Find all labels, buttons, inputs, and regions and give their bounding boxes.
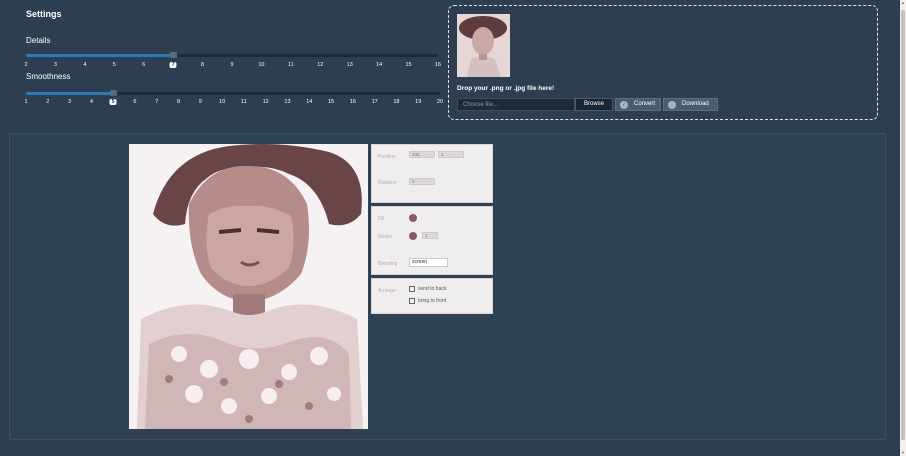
- send-to-back-label: send to back: [418, 286, 447, 292]
- scroll-up-icon[interactable]: ▲: [900, 0, 906, 6]
- slider-tick: 3: [53, 62, 57, 68]
- slider-tick: 6: [142, 62, 146, 68]
- slider-tick: 19: [415, 99, 422, 105]
- slider-tick: 7: [155, 99, 159, 105]
- arrange-properties: Arrange send to back bring to front: [371, 278, 493, 314]
- bring-to-front-button[interactable]: bring to front: [409, 298, 446, 304]
- send-to-back-icon: [409, 286, 415, 292]
- smoothness-slider-handle[interactable]: [110, 90, 118, 96]
- details-label: Details: [26, 36, 51, 45]
- details-slider[interactable]: [26, 52, 438, 58]
- file-input[interactable]: Choose file...: [457, 98, 575, 111]
- uploaded-image-thumbnail: [457, 14, 510, 77]
- rotation-input[interactable]: 0: [409, 178, 435, 185]
- slider-tick: 15: [405, 62, 412, 68]
- slider-tick: 8: [201, 62, 205, 68]
- slider-tick: 16: [434, 62, 442, 68]
- slider-tick: 2: [46, 99, 50, 105]
- scroll-thumb[interactable]: [901, 10, 905, 440]
- slider-tick: 4: [83, 62, 87, 68]
- position-x-input[interactable]: 346: [409, 151, 435, 158]
- style-properties: Fill Stroke 1 Blending screen: [371, 206, 493, 275]
- slider-tick: 6: [133, 99, 137, 105]
- smoothness-slider-group: Smoothness 1 2 3 4 5 6 7 8 9 10 11 12 13 14 15 16 17 18 19…: [24, 72, 444, 108]
- stroke-width-input[interactable]: 1: [422, 232, 438, 239]
- download-label: Download: [682, 101, 709, 107]
- bring-to-front-label: bring to front: [418, 298, 447, 304]
- slider-tick: 7: [169, 62, 177, 68]
- vectorized-image-canvas[interactable]: [129, 144, 368, 429]
- details-slider-handle[interactable]: [170, 52, 178, 58]
- smoothness-slider-fill: [26, 92, 114, 95]
- details-slider-fill: [26, 54, 174, 57]
- check-icon: ✓: [620, 101, 628, 109]
- slider-tick: 3: [68, 99, 72, 105]
- slider-tick: 15: [327, 99, 335, 105]
- download-icon: ↓: [668, 101, 676, 109]
- slider-tick: 9: [230, 62, 234, 68]
- transform-properties: Position 346 1 Rotation 0: [371, 144, 493, 203]
- slider-tick: 12: [317, 62, 324, 68]
- position-label: Position: [378, 154, 396, 160]
- smoothness-label: Smoothness: [26, 72, 71, 81]
- slider-tick: 16: [349, 99, 356, 105]
- details-slider-group: Details 2 3 4 5 6 7 8 9 10 11 12 13 14 15 16: [24, 36, 442, 72]
- slider-tick: 5: [109, 99, 117, 105]
- blending-label: Blending: [378, 261, 398, 267]
- fill-label: Fill: [378, 216, 385, 222]
- stroke-label: Stroke: [378, 234, 393, 240]
- slider-tick: 20: [436, 99, 444, 105]
- convert-button[interactable]: ✓ Convert: [615, 98, 661, 111]
- fill-color-swatch[interactable]: [409, 214, 417, 222]
- slider-tick: 11: [287, 62, 294, 68]
- slider-tick: 13: [284, 99, 291, 105]
- slider-tick: 11: [241, 99, 247, 105]
- slider-tick: 14: [376, 62, 383, 68]
- slider-tick: 8: [176, 99, 181, 105]
- bring-to-front-icon: [409, 298, 415, 304]
- file-drop-zone[interactable]: Drop your .png or .jpg file here! Choose…: [448, 5, 878, 120]
- slider-tick: 9: [198, 99, 202, 105]
- slider-tick: 14: [306, 99, 313, 105]
- slider-tick: 12: [262, 99, 269, 105]
- slider-tick: 17: [371, 99, 378, 105]
- download-button[interactable]: ↓ Download: [663, 98, 718, 111]
- slider-tick: 13: [346, 62, 353, 68]
- blending-select[interactable]: screen: [409, 258, 448, 267]
- scroll-down-icon[interactable]: ▼: [900, 450, 906, 456]
- send-to-back-button[interactable]: send to back: [409, 286, 446, 292]
- vertical-scrollbar[interactable]: ▲ ▼: [900, 0, 906, 456]
- stroke-color-swatch[interactable]: [409, 232, 417, 240]
- settings-title: Settings: [26, 9, 62, 19]
- slider-tick: 2: [24, 62, 28, 68]
- smoothness-slider[interactable]: [26, 90, 440, 96]
- drop-instructions: Drop your .png or .jpg file here!: [457, 85, 555, 92]
- slider-tick: 4: [89, 99, 93, 105]
- slider-tick: 1: [24, 99, 28, 105]
- slider-tick: 5: [112, 62, 116, 68]
- slider-tick: 18: [393, 99, 400, 105]
- convert-label: Convert: [634, 101, 656, 107]
- slider-tick: 10: [258, 62, 265, 68]
- rotation-label: Rotation: [378, 180, 397, 186]
- slider-tick: 10: [219, 99, 226, 105]
- arrange-label: Arrange: [378, 288, 396, 294]
- browse-button[interactable]: Browse: [575, 98, 613, 111]
- position-y-input[interactable]: 1: [438, 151, 464, 158]
